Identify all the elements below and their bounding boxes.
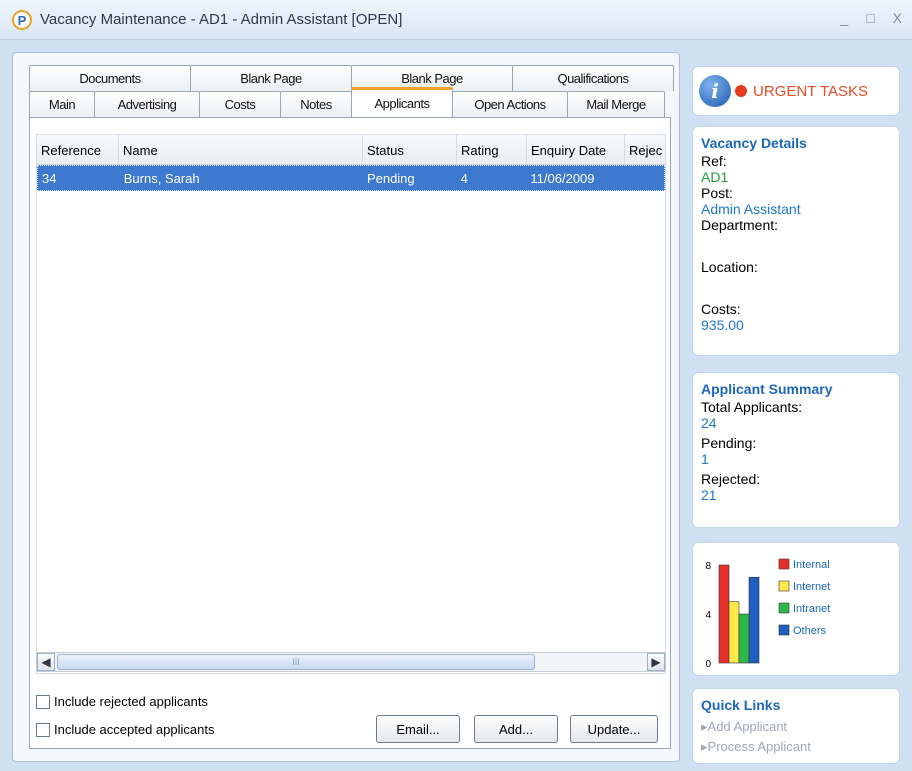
grid-header: Reference Name Status Rating Enquiry Dat… <box>37 135 665 165</box>
tab-qualifications[interactable]: Qualifications <box>512 65 674 91</box>
alert-dot-icon <box>735 85 747 97</box>
scroll-left-icon[interactable]: ◀ <box>37 653 55 671</box>
column-header-rejected[interactable]: Rejec <box>625 135 665 164</box>
total-applicants-value: 24 <box>701 415 717 431</box>
title-bar: P Vacancy Maintenance - AD1 - Admin Assi… <box>0 0 912 40</box>
tab-documents[interactable]: Documents <box>29 65 191 91</box>
urgent-tasks-link[interactable]: URGENT TASKS <box>753 83 868 100</box>
total-applicants-label: Total Applicants: <box>701 399 803 415</box>
column-header-enquiry-date[interactable]: Enquiry Date <box>527 135 625 164</box>
pending-label: Pending: <box>701 435 757 451</box>
column-header-name[interactable]: Name <box>119 135 363 164</box>
bar-intranet <box>738 613 750 664</box>
quick-links-panel: Quick Links ▸Add Applicant ▸Process Appl… <box>692 688 900 764</box>
costs-label: Costs: <box>701 301 741 317</box>
tab-row-bottom: Main Advertising Costs Notes Applicants … <box>29 87 665 117</box>
ref-value: AD1 <box>701 169 729 185</box>
bar-others <box>748 576 760 664</box>
vacancy-details-title: Vacancy Details <box>701 135 807 151</box>
applicants-grid: Reference Name Status Rating Enquiry Dat… <box>36 134 666 674</box>
window-controls: _ □ X <box>840 10 902 26</box>
email-button[interactable]: Email... <box>376 715 460 743</box>
applicant-source-chart-panel: 8 4 0 Internal Internet Intranet Others <box>692 542 900 676</box>
rejected-value: 21 <box>701 487 717 503</box>
legend-label-intranet: Intranet <box>793 603 830 615</box>
tab-notes[interactable]: Notes <box>280 91 352 117</box>
minimize-icon[interactable]: _ <box>840 10 848 26</box>
include-accepted-checkbox[interactable] <box>36 722 50 737</box>
y-tick-label: 0 <box>705 659 711 670</box>
close-icon[interactable]: X <box>893 10 902 26</box>
update-button[interactable]: Update... <box>570 715 658 743</box>
column-header-rating[interactable]: Rating <box>457 135 527 164</box>
applicant-summary-title: Applicant Summary <box>701 381 833 397</box>
department-label: Department: <box>701 217 779 233</box>
quick-link-process-applicant[interactable]: ▸Process Applicant <box>693 739 899 755</box>
cell-enquiry-date: 11/06/2009 <box>530 171 595 186</box>
app-logo-icon: P <box>12 10 32 30</box>
legend-label-internal: Internal <box>793 559 830 571</box>
y-tick-label: 8 <box>705 561 711 572</box>
cell-rating: 4 <box>460 171 468 186</box>
scroll-right-icon[interactable]: ▶ <box>647 653 665 671</box>
column-header-reference[interactable]: Reference <box>37 135 119 164</box>
tab-main[interactable]: Main <box>29 91 95 117</box>
legend-label-internet: Internet <box>793 581 830 593</box>
legend-swatch-others <box>778 624 790 636</box>
vacancy-details-panel: Vacancy Details Ref: AD1 Post: Admin Ass… <box>692 126 900 356</box>
scroll-thumb[interactable]: III <box>57 654 535 670</box>
horizontal-scrollbar[interactable]: ◀ III ▶ <box>36 652 666 672</box>
quick-links-title: Quick Links <box>701 697 781 713</box>
cell-status: Pending <box>366 171 415 186</box>
y-tick-label: 4 <box>705 610 711 621</box>
bar-internet <box>728 601 740 664</box>
legend-swatch-intranet <box>778 602 790 614</box>
applicant-source-chart: 8 4 0 Internal Internet Intranet Others <box>705 558 830 670</box>
tab-costs[interactable]: Costs <box>199 91 281 117</box>
bar-internal <box>718 564 730 664</box>
tab-applicants[interactable]: Applicants <box>351 87 453 117</box>
include-rejected-label: Include rejected applicants <box>54 694 208 709</box>
tab-mail-merge[interactable]: Mail Merge <box>567 91 665 117</box>
post-value: Admin Assistant <box>701 201 801 217</box>
tab-open-actions[interactable]: Open Actions <box>452 91 568 117</box>
tab-blank-page-1[interactable]: Blank Page <box>190 65 352 91</box>
cell-rejected <box>624 166 664 190</box>
info-icon: i <box>699 75 731 107</box>
urgent-tasks-panel[interactable]: i URGENT TASKS <box>692 66 900 116</box>
quick-link-add-applicant[interactable]: ▸Add Applicant <box>693 719 899 735</box>
pending-value: 1 <box>701 451 709 467</box>
post-label: Post: <box>701 185 733 201</box>
add-button[interactable]: Add... <box>474 715 558 743</box>
legend-swatch-internet <box>778 580 790 592</box>
window-title: Vacancy Maintenance - AD1 - Admin Assist… <box>40 11 403 28</box>
include-accepted-option[interactable]: Include accepted applicants <box>36 722 214 737</box>
include-rejected-checkbox[interactable] <box>36 694 50 709</box>
location-label: Location: <box>701 259 758 275</box>
legend-swatch-internal <box>778 558 790 570</box>
cell-reference: 34 <box>42 171 57 186</box>
rejected-label: Rejected: <box>701 471 761 487</box>
include-accepted-label: Include accepted applicants <box>54 722 215 737</box>
applicant-summary-panel: Applicant Summary Total Applicants: 24 P… <box>692 372 900 528</box>
legend-label-others: Others <box>793 625 827 637</box>
tab-advertising[interactable]: Advertising <box>94 91 200 117</box>
cell-name: Burns, Sarah <box>123 171 200 186</box>
ref-label: Ref: <box>701 153 727 169</box>
include-rejected-option[interactable]: Include rejected applicants <box>36 694 208 709</box>
maximize-icon[interactable]: □ <box>866 10 874 26</box>
table-row[interactable]: 34 Burns, Sarah Pending 4 11/06/2009 <box>37 165 665 191</box>
costs-value: 935.00 <box>701 317 744 333</box>
column-header-status[interactable]: Status <box>363 135 457 164</box>
